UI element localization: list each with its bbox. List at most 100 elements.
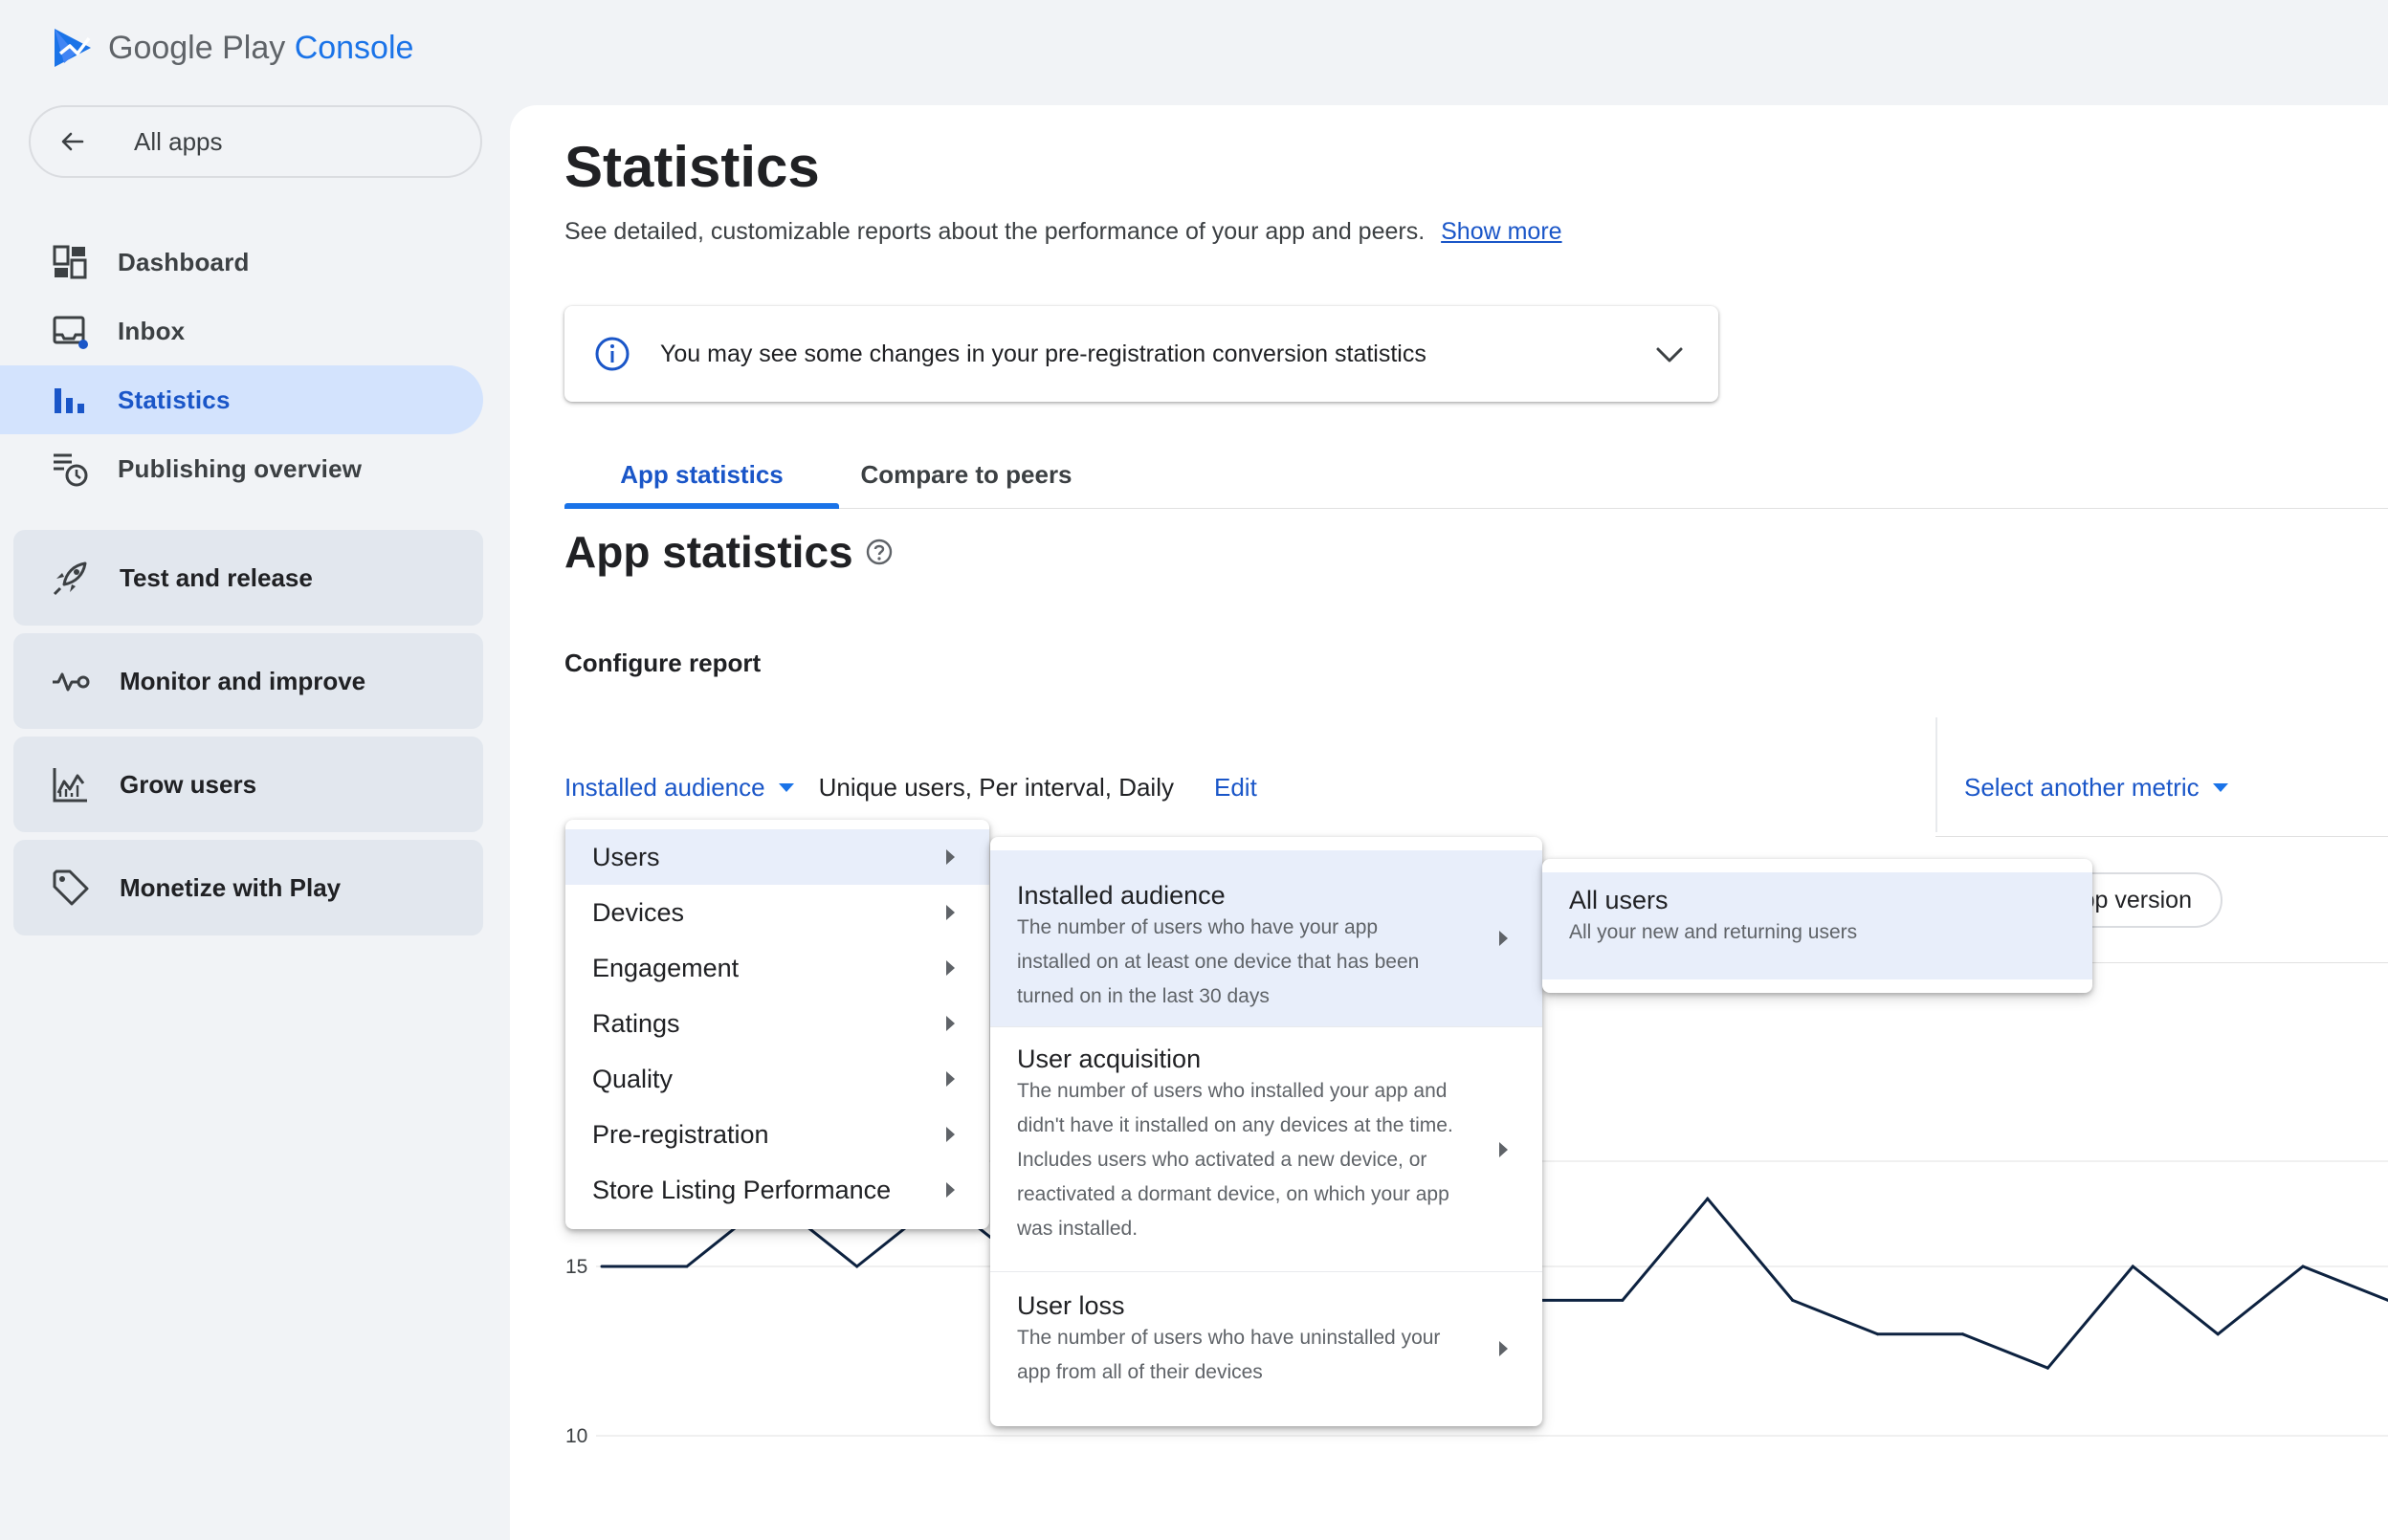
select-another-metric-dropdown[interactable]: Select another metric — [1964, 765, 2228, 809]
sidebar-item-statistics[interactable]: Statistics — [0, 365, 483, 434]
sidebar-item-label: Inbox — [118, 316, 186, 345]
section-title: App statistics — [564, 527, 853, 577]
select-another-metric-label: Select another metric — [1964, 772, 2200, 802]
page-description-text: See detailed, customizable reports about… — [564, 218, 1426, 245]
sidebar-item-label: Publishing overview — [118, 453, 363, 483]
info-icon — [595, 337, 630, 371]
menu-item-installed-audience[interactable]: Installed audience The number of users w… — [990, 850, 1542, 1026]
info-banner[interactable]: You may see some changes in your pre-reg… — [564, 306, 1718, 402]
menu-item-label: Store Listing Performance — [592, 1175, 892, 1204]
sidebar-item-inbox[interactable]: Inbox — [0, 297, 483, 365]
sidebar: Google Play Console All apps Dashboard I… — [0, 0, 510, 1540]
menu-item-title: User loss — [1017, 1291, 1125, 1320]
metric-submenu: Installed audience The number of users w… — [990, 837, 1542, 1426]
data-point — [1706, 1197, 1710, 1200]
sidebar-group-monitor-and-improve[interactable]: Monitor and improve — [13, 633, 483, 729]
menu-item-ratings[interactable]: Ratings — [565, 996, 989, 1051]
menu-item-user-loss[interactable]: User loss The number of users who have u… — [990, 1271, 1542, 1424]
menu-item-label: Engagement — [592, 953, 740, 982]
dropdown-caret-icon — [2212, 782, 2228, 792]
tab-app-statistics[interactable]: App statistics — [564, 440, 839, 509]
dashboard-icon — [51, 243, 89, 281]
bar-chart-icon — [51, 381, 89, 419]
divider — [1935, 717, 1937, 832]
metric-dropdown[interactable]: Installed audience — [564, 773, 794, 803]
audience-submenu: All users All your new and returning use… — [1542, 859, 2092, 993]
menu-item-label: Users — [592, 842, 660, 871]
menu-item-user-acquisition[interactable]: User acquisition The number of users who… — [990, 1026, 1542, 1271]
data-point — [1791, 1298, 1795, 1302]
price-tag-icon — [51, 868, 91, 908]
sidebar-item-label: Statistics — [118, 385, 231, 414]
sidebar-item-publishing-overview[interactable]: Publishing overview — [0, 434, 483, 503]
submenu-arrow-icon — [946, 905, 955, 920]
edit-metric-link[interactable]: Edit — [1214, 773, 1257, 803]
sidebar-item-dashboard[interactable]: Dashboard — [0, 228, 483, 297]
submenu-arrow-icon — [1499, 1340, 1508, 1356]
rocket-icon — [51, 558, 91, 598]
sidebar-group-monetize-with-play[interactable]: Monetize with Play — [13, 840, 483, 935]
page-title: Statistics — [564, 135, 820, 199]
divider — [1935, 836, 2388, 837]
data-point — [2045, 1366, 2049, 1370]
sidebar-group-label: Test and release — [120, 562, 313, 592]
menu-item-description: All your new and returning users — [1569, 921, 1858, 943]
data-point — [600, 1265, 604, 1268]
logo-google-play: Google Play — [108, 29, 286, 66]
banner-text: You may see some changes in your pre-reg… — [660, 340, 1426, 367]
chevron-down-icon[interactable] — [1653, 339, 1686, 371]
publishing-history-icon — [51, 450, 89, 488]
menu-item-description: The number of users who have your app in… — [1017, 916, 1420, 1007]
sidebar-group-label: Grow users — [120, 769, 257, 799]
data-point — [855, 1265, 859, 1268]
google-play-console-logo[interactable]: Google Play Console — [51, 25, 413, 71]
menu-item-users[interactable]: Users — [565, 829, 989, 885]
menu-item-label: Quality — [592, 1064, 674, 1093]
menu-item-title: Installed audience — [1017, 881, 1226, 910]
submenu-arrow-icon — [946, 1071, 955, 1087]
configure-report-label: Configure report — [564, 649, 762, 677]
dropdown-caret-icon — [778, 782, 794, 792]
menu-item-store-listing-performance[interactable]: Store Listing Performance — [565, 1162, 989, 1218]
submenu-arrow-icon — [946, 1182, 955, 1198]
y-tick-label: 15 — [565, 1256, 587, 1278]
help-icon[interactable] — [865, 538, 894, 566]
growth-chart-icon — [51, 764, 91, 804]
menu-item-devices[interactable]: Devices — [565, 885, 989, 940]
menu-item-label: Ratings — [592, 1008, 680, 1038]
y-tick-label: 10 — [565, 1425, 587, 1447]
menu-item-description: The number of users who installed your a… — [1017, 1080, 1453, 1240]
metric-row: Installed audience Unique users, Per int… — [564, 765, 1257, 809]
sidebar-group-grow-users[interactable]: Grow users — [13, 737, 483, 832]
data-point — [2301, 1265, 2305, 1268]
show-more-link[interactable]: Show more — [1441, 218, 1561, 245]
data-point — [2216, 1332, 2220, 1336]
menu-item-quality[interactable]: Quality — [565, 1051, 989, 1107]
data-point — [1876, 1332, 1880, 1336]
metric-dropdown-label: Installed audience — [564, 772, 765, 802]
vitals-icon — [51, 661, 91, 701]
submenu-arrow-icon — [946, 960, 955, 976]
all-apps-label: All apps — [134, 126, 223, 156]
submenu-arrow-icon — [946, 1016, 955, 1031]
metric-description: Unique users, Per interval, Daily — [818, 772, 1174, 802]
metric-category-menu: Users Devices Engagement Ratings Quality… — [565, 820, 989, 1229]
menu-item-description: The number of users who have uninstalled… — [1017, 1327, 1441, 1383]
stats-tabs: App statistics Compare to peers — [564, 440, 2388, 509]
menu-item-title: User acquisition — [1017, 1045, 1202, 1073]
menu-item-all-users[interactable]: All users All your new and returning use… — [1542, 872, 2092, 979]
sidebar-group-label: Monetize with Play — [120, 872, 342, 902]
tab-compare-to-peers[interactable]: Compare to peers — [851, 440, 1081, 509]
page-description: See detailed, customizable reports about… — [564, 218, 1562, 246]
menu-item-label: Devices — [592, 897, 685, 927]
submenu-arrow-icon — [946, 1127, 955, 1142]
menu-item-engagement[interactable]: Engagement — [565, 940, 989, 996]
all-apps-button[interactable]: All apps — [29, 105, 482, 178]
section-header: App statistics — [564, 526, 894, 578]
data-point — [685, 1265, 689, 1268]
arrow-back-icon — [61, 132, 84, 151]
sidebar-group-test-and-release[interactable]: Test and release — [13, 530, 483, 626]
data-point — [2131, 1265, 2134, 1268]
play-console-logo-icon — [55, 29, 91, 67]
menu-item-pre-registration[interactable]: Pre-registration — [565, 1107, 989, 1162]
